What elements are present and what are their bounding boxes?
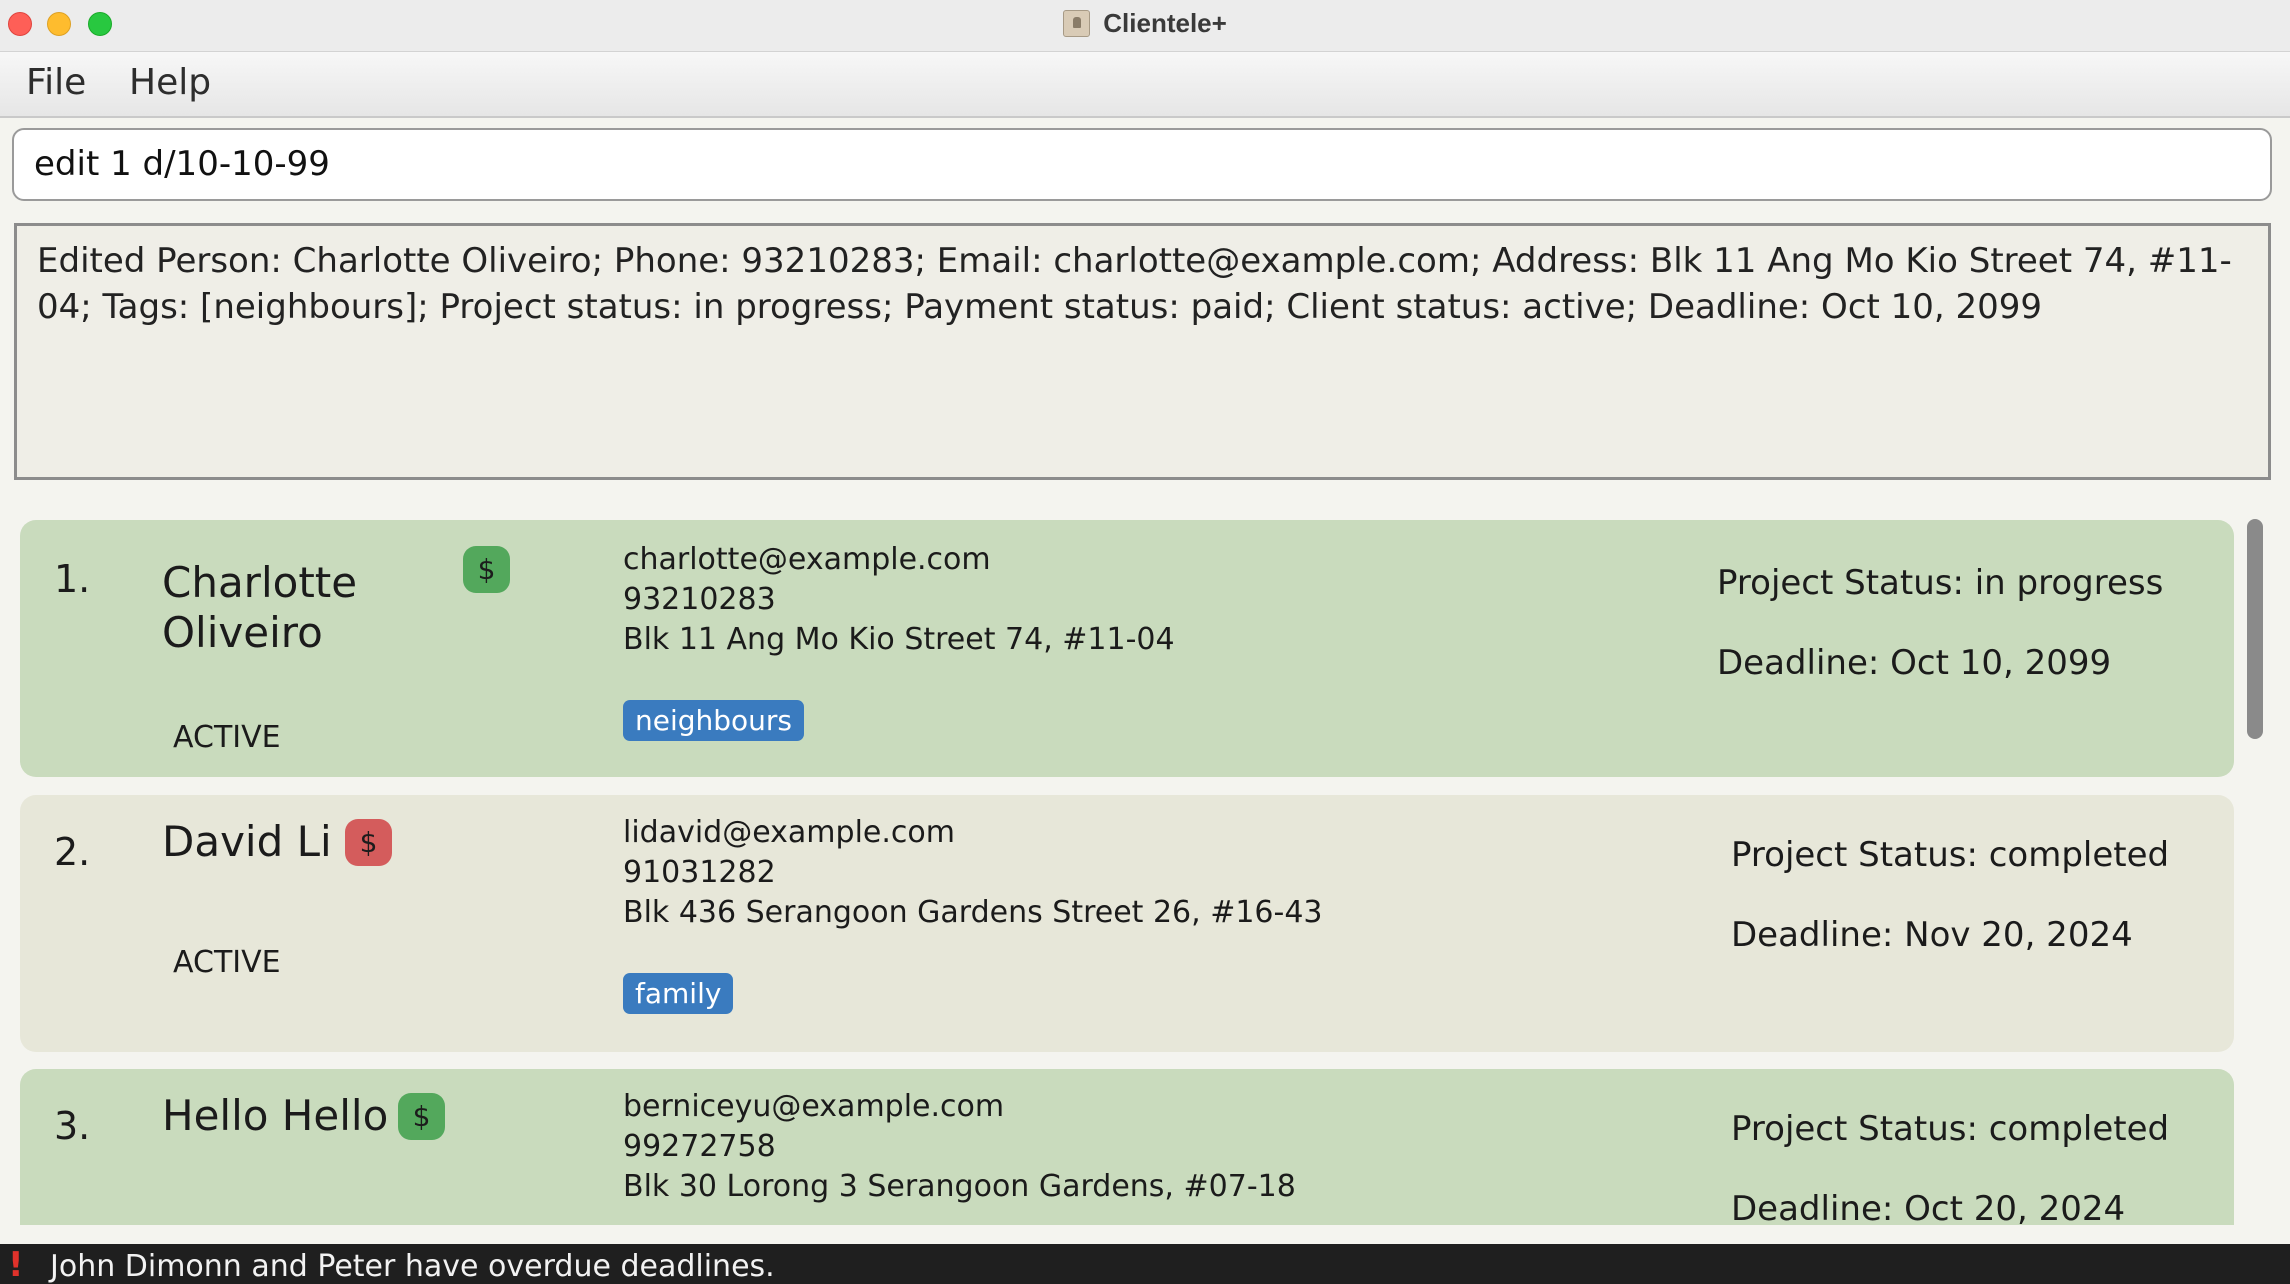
contact-details: lidavid@example.com 91031282 Blk 436 Ser…: [623, 813, 1323, 933]
status-message: John Dimonn and Peter have overdue deadl…: [50, 1249, 775, 1284]
person-name-last: Oliveiro: [162, 608, 323, 657]
client-status: ACTIVE: [173, 720, 281, 755]
list-scrollbar[interactable]: [2247, 519, 2263, 739]
payment-status-icon: $: [463, 546, 510, 593]
status-bar: ! John Dimonn and Peter have overdue dea…: [0, 1244, 2290, 1284]
contact-details: berniceyu@example.com 99272758 Blk 30 Lo…: [623, 1087, 1296, 1207]
person-name: Hello Hello: [162, 1091, 389, 1140]
window-title-wrap: Clientele+: [0, 8, 2290, 39]
person-name: David Li: [162, 817, 332, 866]
project-info: Project Status: completed Deadline: Oct …: [1731, 1089, 2169, 1225]
client-status: ACTIVE: [173, 945, 281, 980]
deadline: Deadline: Oct 20, 2024: [1731, 1189, 2126, 1225]
payment-status-icon: $: [345, 819, 392, 866]
tag-badge: family: [623, 973, 734, 1014]
project-status: Project Status: in progress: [1717, 563, 2164, 603]
project-info: Project Status: completed Deadline: Nov …: [1731, 815, 2169, 975]
person-list: 1. Charlotte Oliveiro $ ACTIVE charlotte…: [0, 505, 2250, 1225]
phone-text: 93210283: [623, 582, 776, 617]
deadline: Deadline: Oct 10, 2099: [1717, 643, 2112, 683]
person-name: Charlotte Oliveiro: [162, 558, 357, 658]
project-status: Project Status: completed: [1731, 1109, 2170, 1149]
address-text: Blk 11 Ang Mo Kio Street 74, #11-04: [623, 622, 1175, 657]
person-card[interactable]: 1. Charlotte Oliveiro $ ACTIVE charlotte…: [20, 520, 2234, 777]
project-status: Project Status: completed: [1731, 835, 2170, 875]
person-index: 1.: [54, 557, 91, 601]
exclamation-icon: !: [8, 1245, 24, 1284]
address-text: Blk 30 Lorong 3 Serangoon Gardens, #07-1…: [623, 1169, 1296, 1204]
menu-help[interactable]: Help: [129, 62, 211, 103]
person-card[interactable]: 3. Hello Hello $ berniceyu@example.com 9…: [20, 1069, 2234, 1225]
person-index: 3.: [54, 1104, 91, 1148]
contact-details: charlotte@example.com 93210283 Blk 11 An…: [623, 540, 1175, 660]
project-info: Project Status: in progress Deadline: Oc…: [1717, 543, 2163, 703]
menu-bar: File Help: [0, 52, 2290, 118]
phone-text: 99272758: [623, 1129, 776, 1164]
menu-file[interactable]: File: [26, 62, 86, 103]
email-text: charlotte@example.com: [623, 542, 991, 577]
tag-badge: neighbours: [623, 700, 805, 741]
title-bar: Clientele+: [0, 0, 2290, 52]
payment-status-icon: $: [398, 1093, 445, 1140]
email-text: lidavid@example.com: [623, 815, 955, 850]
person-name-first: Charlotte: [162, 558, 358, 607]
phone-text: 91031282: [623, 855, 776, 890]
result-display: Edited Person: Charlotte Oliveiro; Phone…: [14, 223, 2271, 480]
deadline: Deadline: Nov 20, 2024: [1731, 915, 2133, 955]
command-input[interactable]: edit 1 d/10-10-99: [12, 128, 2272, 201]
email-text: berniceyu@example.com: [623, 1089, 1005, 1124]
app-icon: [1063, 10, 1091, 37]
person-index: 2.: [54, 830, 91, 874]
window-title: Clientele+: [1103, 8, 1227, 38]
person-card[interactable]: 2. David Li $ ACTIVE lidavid@example.com…: [20, 795, 2234, 1052]
address-text: Blk 436 Serangoon Gardens Street 26, #16…: [623, 895, 1323, 930]
